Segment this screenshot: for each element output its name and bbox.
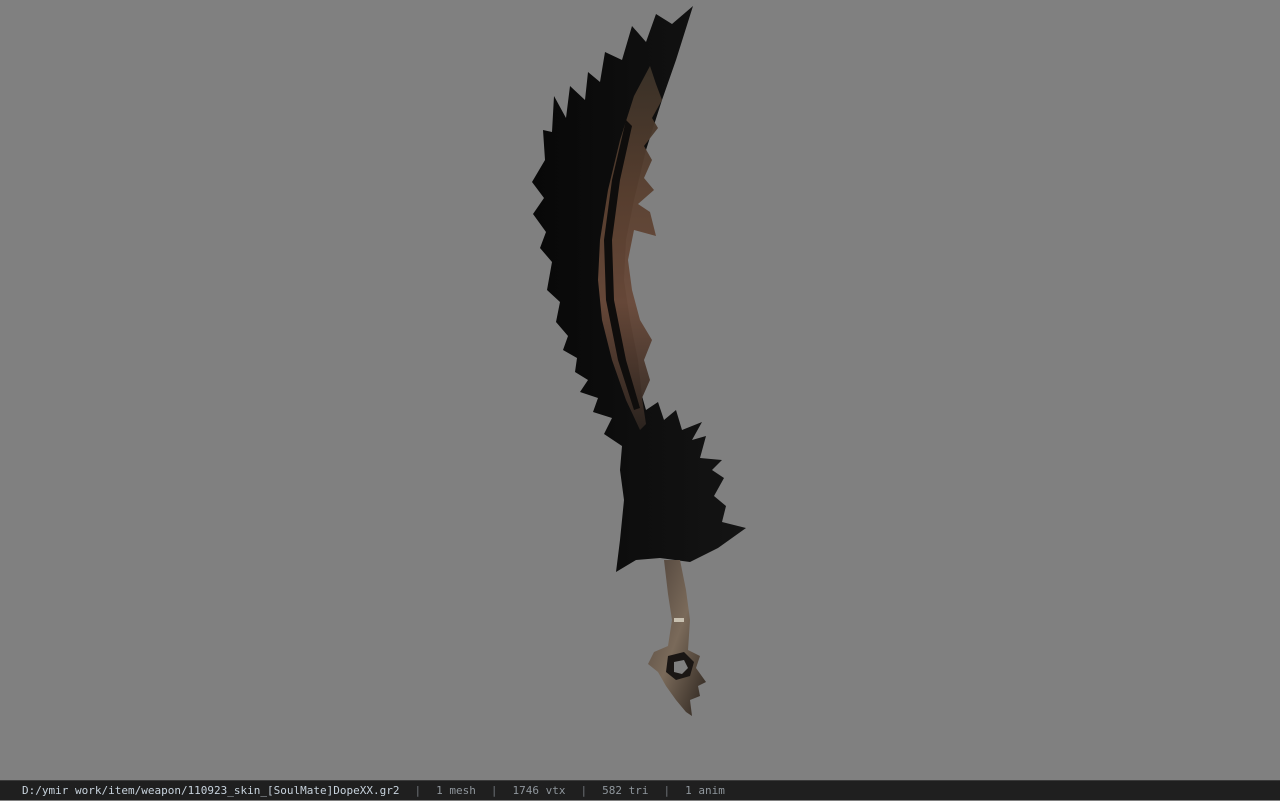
sword-model (532, 6, 746, 716)
status-bar: D:/ymir work/item/weapon/110923_skin_[So… (0, 780, 1280, 800)
vertex-count: 1746 vtx (512, 783, 566, 797)
triangle-count: 582 tri (602, 783, 649, 797)
sword-grip (648, 560, 706, 716)
separator: | (414, 783, 422, 797)
separator: | (663, 783, 671, 797)
separator: | (580, 783, 588, 797)
mesh-count: 1 mesh (436, 783, 476, 797)
grip-band (674, 618, 684, 622)
model-viewport[interactable] (0, 0, 1280, 780)
anim-count: 1 anim (685, 783, 725, 797)
file-path: D:/ymir work/item/weapon/110923_skin_[So… (22, 783, 400, 797)
separator: | (490, 783, 498, 797)
